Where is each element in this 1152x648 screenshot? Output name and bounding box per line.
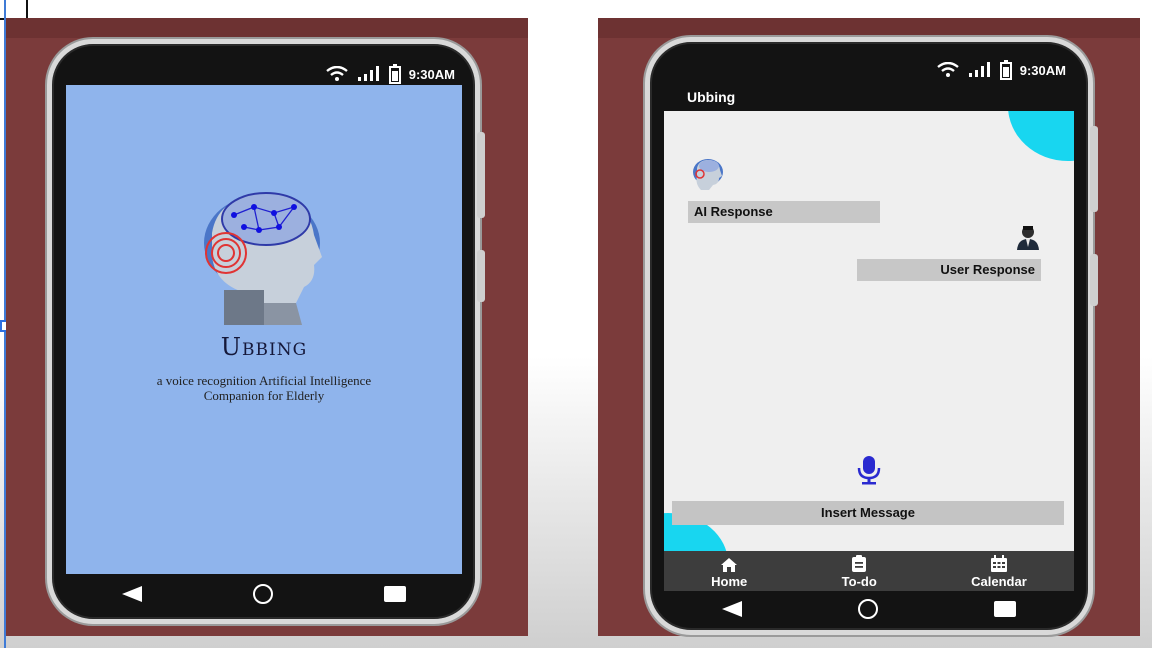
- panel-top-band: [6, 18, 528, 38]
- splash-phone: 9:30AM Ubbing a voice recognition Artifi…: [47, 39, 485, 624]
- volume-button: [1090, 126, 1098, 212]
- ai-response-bubble: AI Response: [688, 201, 880, 223]
- back-icon[interactable]: [121, 586, 142, 602]
- signal-icon: [357, 66, 379, 81]
- app-bar-title: Ubbing: [687, 89, 736, 105]
- app-title: Ubbing: [220, 333, 308, 361]
- power-button: [477, 250, 485, 302]
- microphone-icon[interactable]: [854, 455, 884, 485]
- insert-message-input[interactable]: Insert Message: [672, 501, 1064, 525]
- splash-screen: Ubbing a voice recognition Artificial In…: [66, 85, 462, 574]
- ai-head-icon: [693, 159, 723, 190]
- chat-phone: 9:30AM Ubbing AI Response User Response …: [645, 37, 1098, 635]
- accent-blob-top: [1008, 111, 1074, 161]
- user-icon: [1017, 226, 1039, 250]
- status-time: 9:30AM: [1019, 62, 1066, 78]
- tab-calendar[interactable]: Calendar: [971, 555, 1027, 589]
- tab-calendar-label: Calendar: [971, 574, 1027, 589]
- tab-home-label: Home: [711, 574, 748, 589]
- subtitle-line-1: a voice recognition Artificial Intellige…: [156, 373, 372, 388]
- status-bar: 9:30AM: [936, 60, 1066, 80]
- tab-todo[interactable]: To-do: [842, 555, 877, 589]
- bottom-tab-bar: Home To-do Calendar: [664, 551, 1074, 591]
- signal-icon: [968, 62, 990, 77]
- home-icon: [721, 558, 738, 572]
- todo-icon: [852, 555, 867, 572]
- power-button: [1090, 254, 1098, 306]
- battery-icon: [999, 60, 1012, 80]
- chat-screen: AI Response User Response Insert Message: [664, 111, 1074, 551]
- home-circle-icon[interactable]: [858, 599, 878, 619]
- volume-button: [477, 132, 485, 218]
- wifi-icon: [937, 62, 959, 77]
- tab-todo-label: To-do: [841, 574, 877, 589]
- ai-head-brain-icon: [204, 192, 322, 325]
- calendar-icon: [990, 555, 1007, 572]
- panel-top-band: [598, 18, 1140, 38]
- recents-icon[interactable]: [994, 601, 1016, 617]
- tab-home[interactable]: Home: [711, 557, 747, 589]
- subtitle-line-2: Companion for Elderly: [203, 388, 325, 403]
- user-response-bubble: User Response: [857, 259, 1041, 281]
- status-bar: 9:30AM: [325, 64, 455, 84]
- recents-icon[interactable]: [384, 586, 407, 602]
- wifi-icon: [326, 66, 348, 81]
- battery-icon: [388, 64, 401, 84]
- app-subtitle: a voice recognition Artificial Intellige…: [86, 373, 442, 403]
- system-nav-bar: [66, 574, 462, 614]
- status-time: 9:30AM: [408, 66, 455, 82]
- system-nav-bar: [664, 591, 1074, 627]
- back-icon[interactable]: [722, 601, 742, 617]
- home-circle-icon[interactable]: [252, 584, 273, 604]
